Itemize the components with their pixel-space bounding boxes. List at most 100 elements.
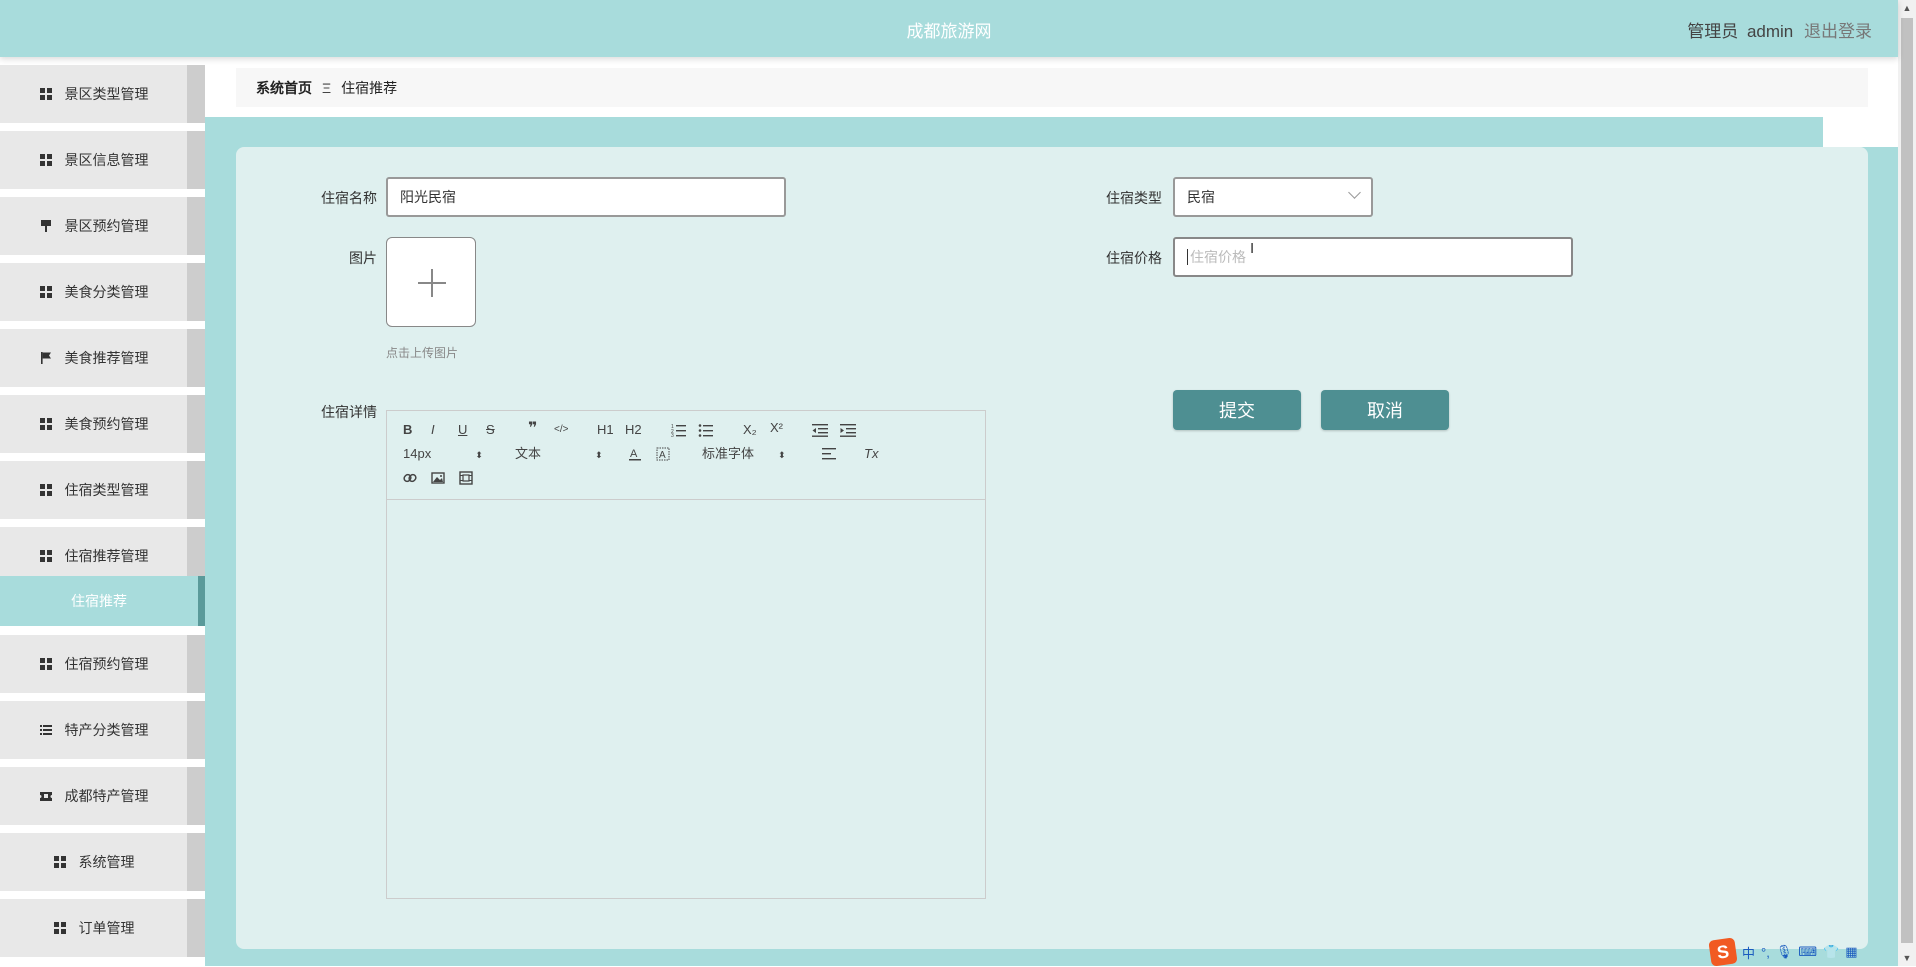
subscript-button[interactable]: X₂: [743, 421, 757, 439]
user-role: 管理员: [1687, 22, 1739, 41]
underline-button[interactable]: U: [458, 421, 467, 439]
sidebar-item-chengdu-specialty[interactable]: 成都特产管理: [0, 767, 205, 825]
sidebar-item-system[interactable]: 系统管理: [0, 833, 205, 891]
keyboard-icon[interactable]: ⌨: [1798, 944, 1817, 960]
grid-icon: [39, 658, 52, 670]
italic-button[interactable]: I: [431, 421, 435, 439]
upload-hint: 点击上传图片: [386, 346, 459, 360]
text-type-select[interactable]: 文本 ⬍: [515, 445, 603, 464]
editor-toolbar: B I U S ❞ </> H1 H2 123 X₂ X² 14px ⬍ 文本 ⬍ …: [387, 411, 985, 500]
mouse-ibeam-cursor-icon: I: [1250, 240, 1255, 257]
blockquote-button[interactable]: ❞: [528, 420, 537, 438]
sidebar-item-food-category[interactable]: 美食分类管理: [0, 263, 205, 321]
background-color-icon[interactable]: A: [656, 447, 670, 461]
sogou-logo-icon[interactable]: S: [1708, 937, 1738, 967]
text-type-value: 文本: [515, 446, 542, 461]
grid-icon: [39, 154, 52, 166]
sidebar-subitem-lodging-recommend[interactable]: 住宿推荐: [0, 576, 205, 626]
sidebar-item-label: 景区预约管理: [64, 218, 149, 234]
superscript-button[interactable]: X²: [770, 419, 783, 437]
select-arrows-icon: ⬍: [778, 450, 786, 460]
h1-button[interactable]: H1: [597, 421, 614, 439]
grid-icon: [39, 484, 52, 496]
editor-content-area[interactable]: [387, 500, 985, 898]
breadcrumb: 系统首页 Ξ 住宿推荐: [236, 68, 1868, 107]
punctuation-icon[interactable]: °,: [1761, 945, 1770, 960]
sidebar-item-scenic-type[interactable]: 景区类型管理: [0, 65, 205, 123]
bullet-list-icon[interactable]: [698, 423, 714, 437]
sidebar-item-lodging-type[interactable]: 住宿类型管理: [0, 461, 205, 519]
logout-link[interactable]: 退出登录: [1804, 22, 1872, 41]
grid-icon: [53, 922, 66, 934]
breadcrumb-home[interactable]: 系统首页: [256, 78, 312, 98]
video-icon[interactable]: [459, 471, 473, 485]
link-icon[interactable]: [403, 471, 417, 485]
detail-label: 住宿详情: [321, 404, 377, 420]
image-label: 图片: [349, 250, 377, 266]
cancel-button[interactable]: 取消: [1321, 390, 1449, 430]
font-family-select[interactable]: 标准字体 ⬍: [702, 445, 786, 464]
price-input[interactable]: 住宿价格: [1173, 237, 1573, 277]
code-button[interactable]: </>: [554, 421, 568, 439]
font-size-value: 14px: [403, 446, 432, 461]
sidebar-item-label: 美食推荐管理: [64, 350, 149, 366]
text-caret: [1187, 249, 1188, 265]
username: admin: [1746, 22, 1794, 41]
sidebar: 景区类型管理 景区信息管理 景区预约管理 美食分类管理 美食推荐管理 美食预约管…: [0, 57, 205, 966]
image-upload-button[interactable]: [386, 237, 476, 327]
user-info: 管理员 admin 退出登录: [1687, 17, 1872, 42]
list-icon: [39, 725, 52, 735]
breadcrumb-current: 住宿推荐: [341, 79, 398, 96]
font-color-icon[interactable]: A: [628, 447, 642, 461]
price-placeholder: 住宿价格: [1190, 249, 1246, 265]
microphone-icon[interactable]: 🎙: [1776, 944, 1793, 960]
type-label: 住宿类型: [1106, 190, 1162, 206]
ordered-list-icon[interactable]: 123: [671, 423, 687, 437]
type-select[interactable]: 民宿: [1173, 177, 1373, 217]
h2-button[interactable]: H2: [625, 421, 642, 439]
page-scrollbar[interactable]: ▲ ▼: [1897, 0, 1916, 966]
svg-text:A: A: [659, 450, 666, 461]
sidebar-item-orders[interactable]: 订单管理: [0, 899, 205, 957]
outdent-icon[interactable]: [812, 423, 828, 437]
ime-language[interactable]: 中: [1742, 943, 1755, 962]
toolbox-icon[interactable]: ▦: [1845, 944, 1857, 960]
sidebar-item-food-booking[interactable]: 美食预约管理: [0, 395, 205, 453]
select-arrows-icon: ⬍: [595, 450, 603, 460]
sidebar-item-food-recommend[interactable]: 美食推荐管理: [0, 329, 205, 387]
strike-button[interactable]: S: [486, 421, 495, 439]
grid-icon: [39, 550, 52, 562]
clear-format-button[interactable]: Tx: [864, 445, 878, 463]
bold-button[interactable]: B: [403, 421, 412, 439]
font-size-select[interactable]: 14px ⬍: [403, 445, 483, 464]
scrollbar-thumb[interactable]: [1901, 18, 1913, 943]
sidebar-item-scenic-booking[interactable]: 景区预约管理: [0, 197, 205, 255]
grid-icon: [39, 88, 52, 100]
skin-icon[interactable]: 👕: [1823, 944, 1839, 960]
sidebar-item-lodging-booking[interactable]: 住宿预约管理: [0, 635, 205, 693]
sidebar-item-label: 住宿类型管理: [64, 482, 149, 498]
submit-button[interactable]: 提交: [1173, 390, 1301, 430]
flag-icon: [40, 352, 51, 364]
grid-icon: [39, 286, 52, 298]
top-header: 成都旅游网 管理员 admin 退出登录: [0, 0, 1898, 57]
image-icon[interactable]: [431, 471, 445, 485]
indent-icon[interactable]: [840, 423, 856, 437]
ime-toolbar[interactable]: S 中 °, 🎙 ⌨ 👕 ▦: [1708, 937, 1858, 967]
select-arrows-icon: ⬍: [475, 450, 483, 460]
align-left-icon[interactable]: [822, 448, 836, 460]
price-label: 住宿价格: [1106, 250, 1162, 266]
name-input[interactable]: 阳光民宿: [386, 177, 786, 217]
svg-text:3: 3: [671, 433, 674, 437]
sidebar-item-specialty-category[interactable]: 特产分类管理: [0, 701, 205, 759]
name-label: 住宿名称: [321, 190, 377, 206]
sidebar-item-label: 美食分类管理: [64, 284, 149, 300]
sidebar-item-label: 住宿预约管理: [64, 656, 149, 672]
sidebar-item-label: 美食预约管理: [64, 416, 149, 432]
sidebar-item-scenic-info[interactable]: 景区信息管理: [0, 131, 205, 189]
sidebar-item-label: 成都特产管理: [64, 788, 149, 804]
font-family-value: 标准字体: [702, 446, 755, 461]
site-title: 成都旅游网: [906, 22, 992, 41]
scroll-down-icon[interactable]: ▼: [1898, 950, 1916, 966]
scroll-up-icon[interactable]: ▲: [1898, 0, 1916, 16]
